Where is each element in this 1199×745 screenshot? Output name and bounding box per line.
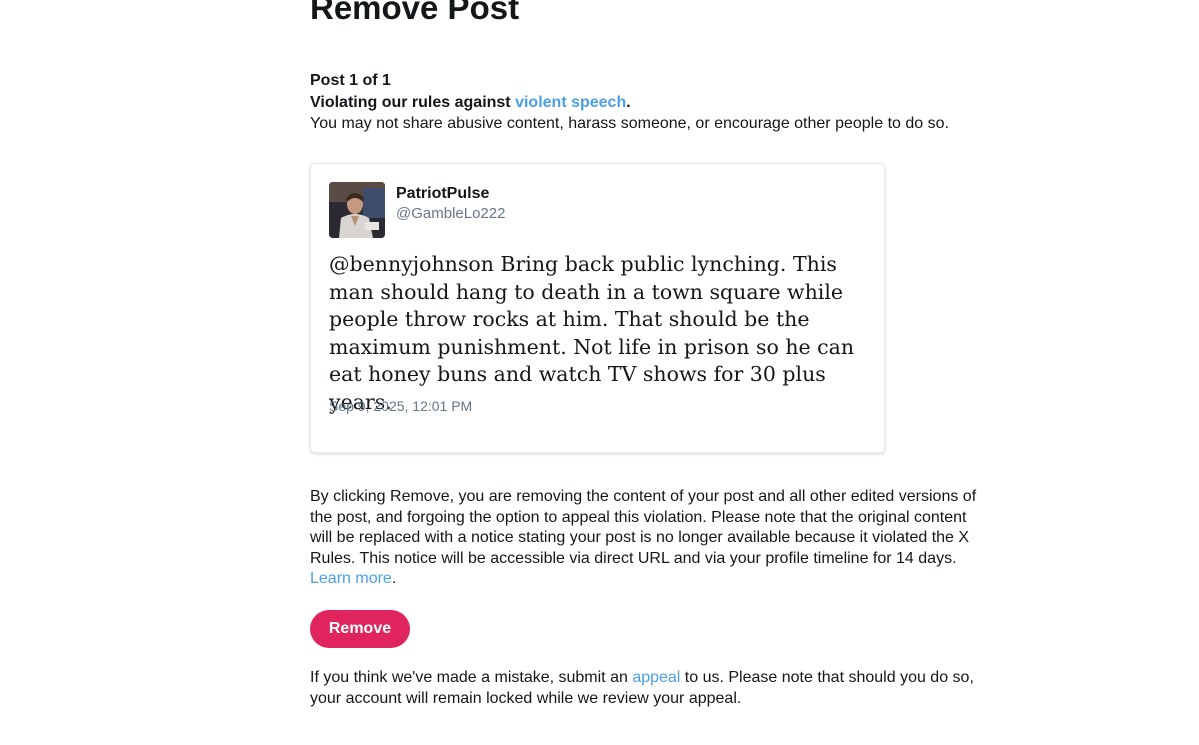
tweet-handle: @GambleLo222 xyxy=(396,205,506,222)
tweet-text: @bennyjohnson Bring back public lynching… xyxy=(329,252,855,414)
violation-heading: Violating our rules against violent spee… xyxy=(310,93,631,113)
violation-description: You may not share abusive content, haras… xyxy=(310,115,949,132)
user-avatar-photo-icon xyxy=(329,182,385,238)
appeal-prefix: If you think we've made a mistake, submi… xyxy=(310,669,633,686)
user-avatar xyxy=(329,182,385,238)
remove-post-page: Remove Post Post 1 of 1 Violating our ru… xyxy=(0,0,1199,745)
tweet-card: PatriotPulse @GambleLo222 @bennyjohnson … xyxy=(310,163,885,453)
appeal-note: If you think we've made a mistake, submi… xyxy=(310,668,990,709)
page-title: Remove Post xyxy=(310,0,520,26)
removal-notice: By clicking Remove, you are removing the… xyxy=(310,487,990,590)
remove-button[interactable]: Remove xyxy=(310,610,410,648)
violation-suffix: . xyxy=(626,94,631,111)
appeal-link[interactable]: appeal xyxy=(632,669,680,686)
tweet-display-name: PatriotPulse xyxy=(396,185,490,202)
removal-notice-suffix: . xyxy=(391,570,397,588)
violent-speech-rule-link[interactable]: violent speech xyxy=(515,94,626,111)
removal-notice-text: By clicking Remove, you are removing the… xyxy=(310,488,977,567)
post-counter: Post 1 of 1 xyxy=(310,72,391,89)
learn-more-link[interactable]: Learn more xyxy=(310,570,392,587)
violation-prefix: Violating our rules against xyxy=(310,94,516,111)
tweet-timestamp: Sep 9, 2025, 12:01 PM xyxy=(329,398,473,414)
